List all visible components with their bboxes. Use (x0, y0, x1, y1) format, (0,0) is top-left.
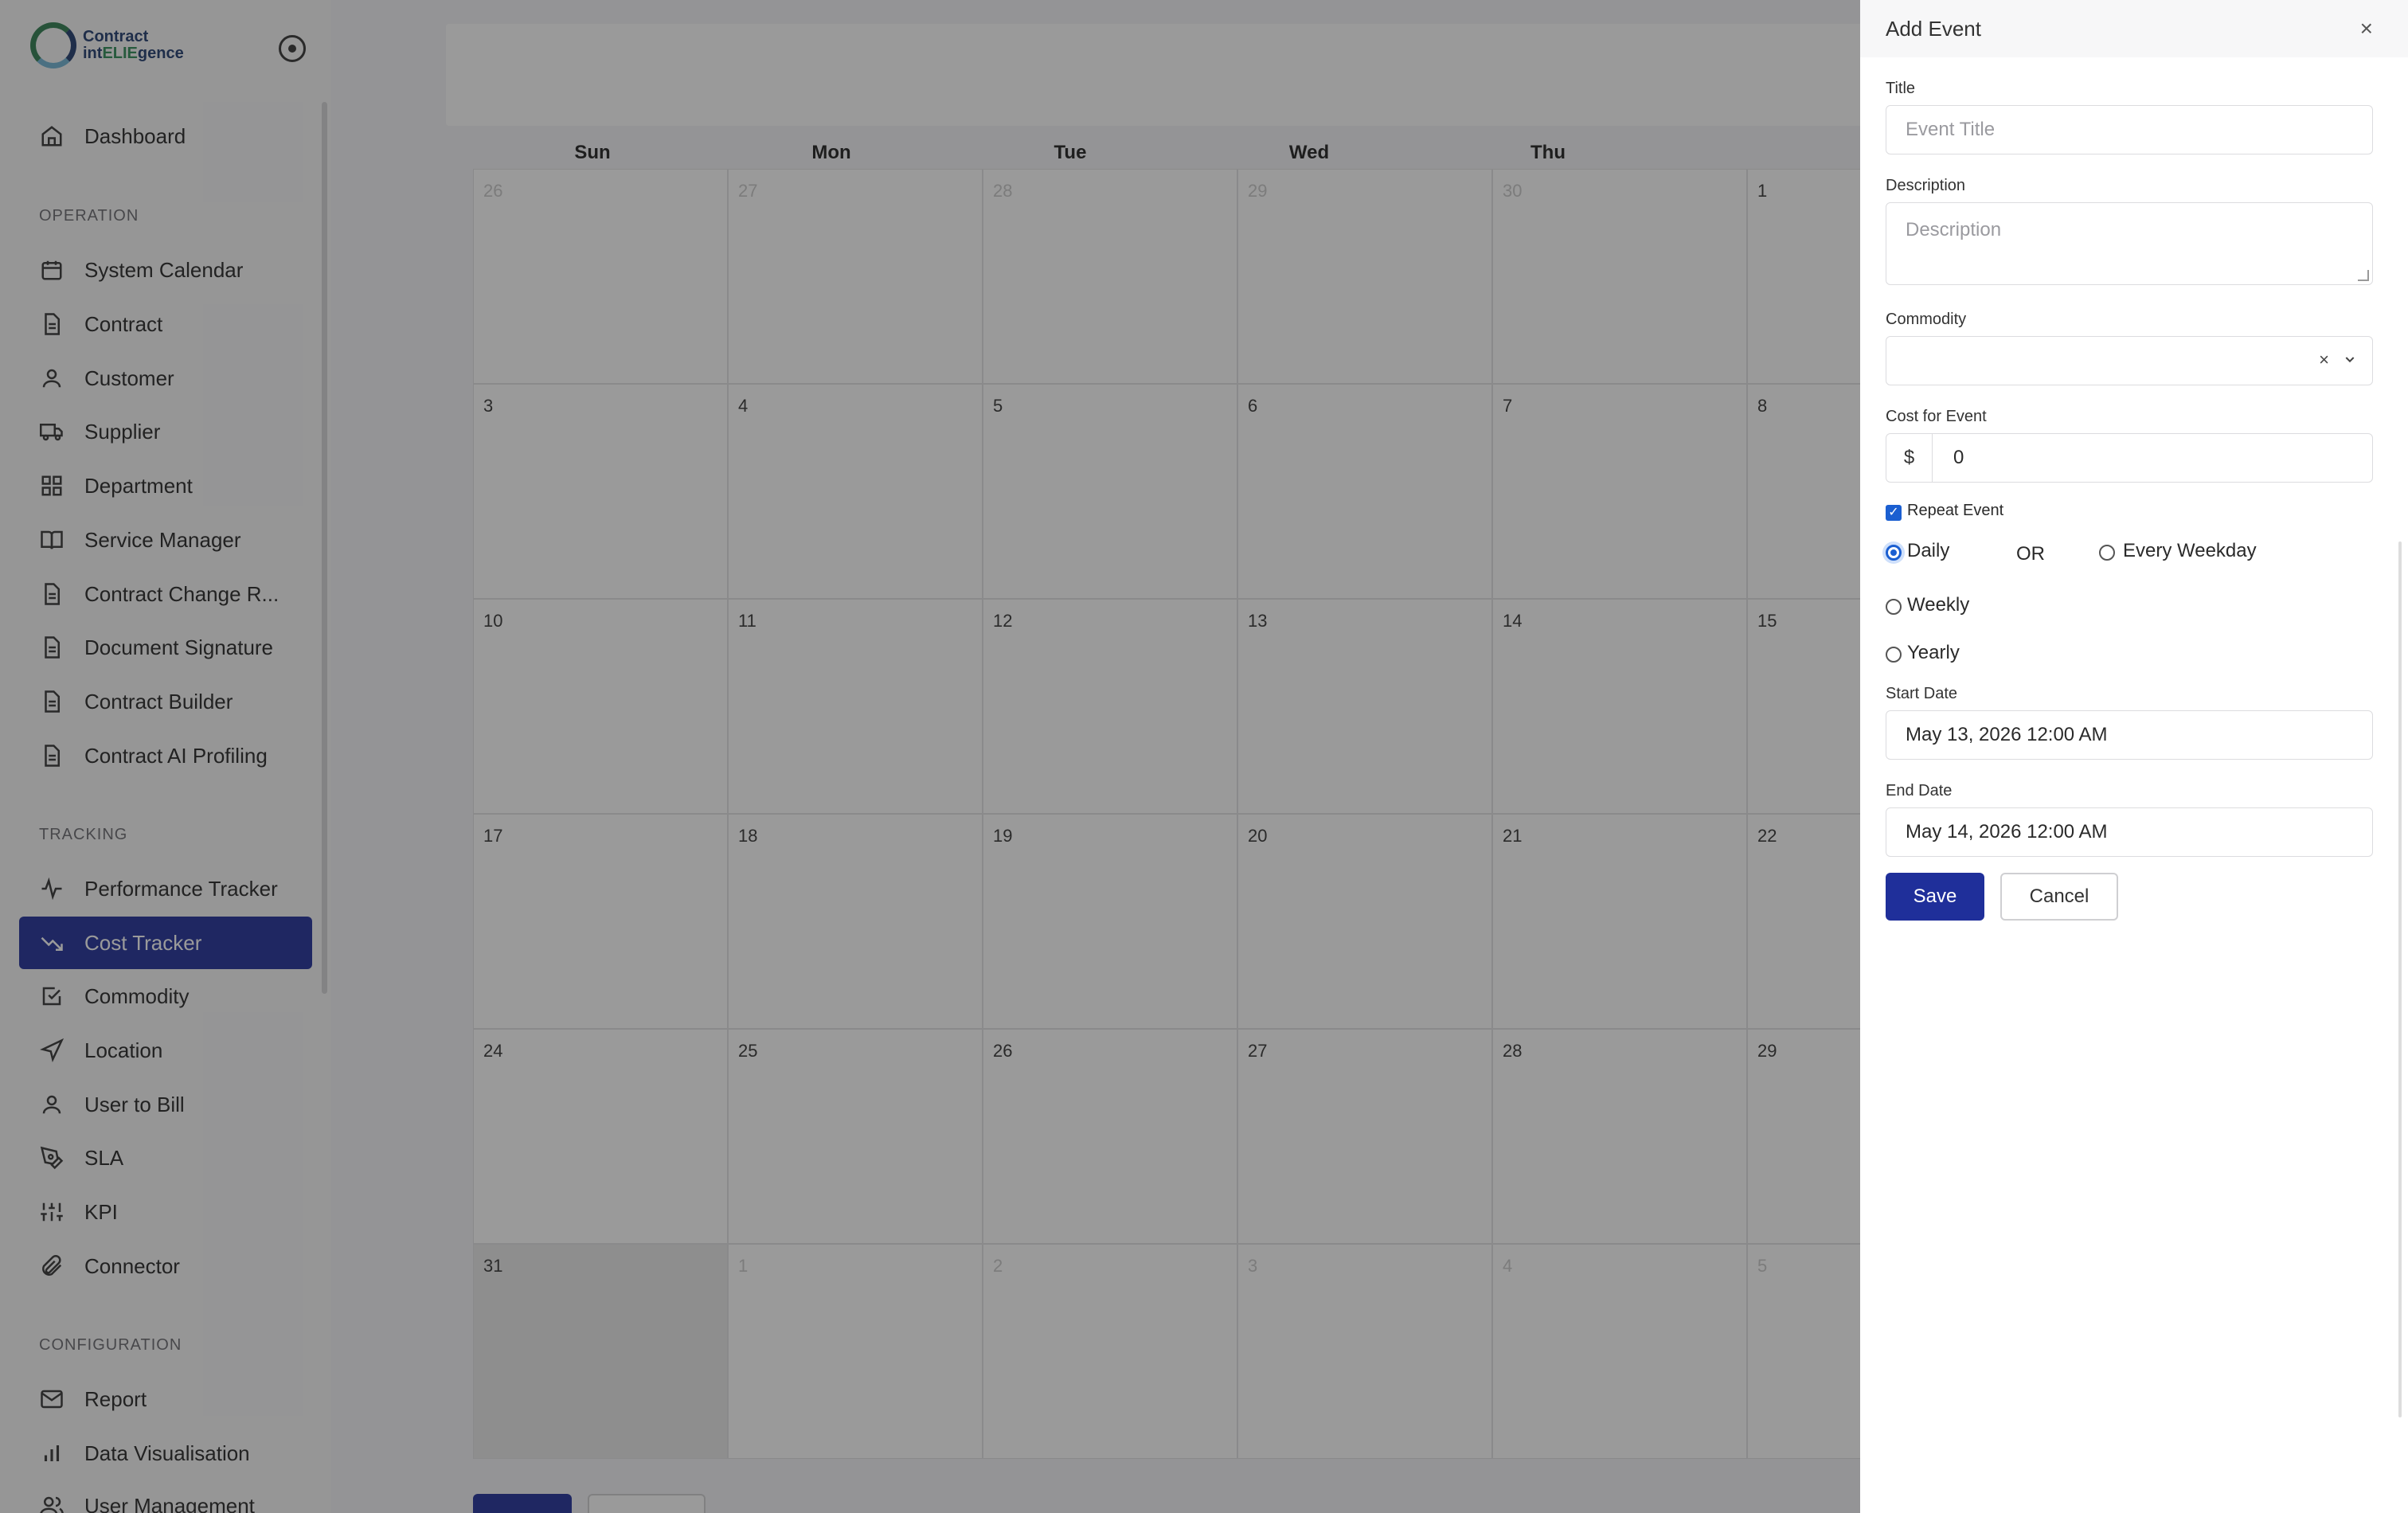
end-date-label: End Date (1886, 782, 1953, 800)
chevron-down-icon[interactable] (2344, 350, 2356, 370)
or-separator: OR (2016, 543, 2045, 565)
drawer-header: Add Event × (1860, 0, 2408, 57)
every-weekday-radio[interactable] (2099, 545, 2115, 561)
resize-handle-icon[interactable] (2358, 270, 2369, 281)
cancel-button[interactable]: Cancel (2000, 873, 2118, 921)
repeat-event-label: Repeat Event (1907, 502, 2004, 519)
cost-input[interactable]: $ 0 (1886, 433, 2373, 483)
daily-label: Daily (1907, 540, 1950, 561)
description-placeholder: Description (1906, 219, 2002, 240)
start-date-label: Start Date (1886, 685, 1958, 702)
drawer-scrollbar[interactable] (2398, 541, 2402, 1417)
weekly-label: Weekly (1907, 594, 1970, 616)
commodity-label: Commodity (1886, 311, 1967, 328)
yearly-radio[interactable] (1886, 647, 1902, 663)
close-icon[interactable]: × (2360, 16, 2373, 41)
currency-addon: $ (1886, 434, 1933, 482)
save-button[interactable]: Save (1886, 873, 1984, 921)
clear-icon[interactable]: × (2319, 350, 2329, 370)
every-weekday-label: Every Weekday (2123, 540, 2257, 561)
cost-value: 0 (1953, 447, 1964, 468)
start-date-input[interactable]: May 13, 2026 12:00 AM (1886, 710, 2373, 760)
commodity-select[interactable]: × (1886, 336, 2373, 385)
description-textarea[interactable]: Description (1886, 202, 2373, 285)
repeat-event-checkbox[interactable]: ✓ (1886, 505, 1902, 521)
title-label: Title (1886, 80, 1916, 97)
daily-radio[interactable] (1886, 545, 1902, 561)
weekly-radio[interactable] (1886, 599, 1902, 615)
end-date-input[interactable]: May 14, 2026 12:00 AM (1886, 807, 2373, 857)
description-label: Description (1886, 177, 1966, 194)
yearly-label: Yearly (1907, 642, 1960, 663)
title-input[interactable]: Event Title (1886, 105, 2373, 154)
add-event-drawer: Add Event × Title Event Title Descriptio… (1860, 0, 2408, 1513)
drawer-title: Add Event (1886, 16, 1981, 41)
cost-label: Cost for Event (1886, 408, 1987, 425)
